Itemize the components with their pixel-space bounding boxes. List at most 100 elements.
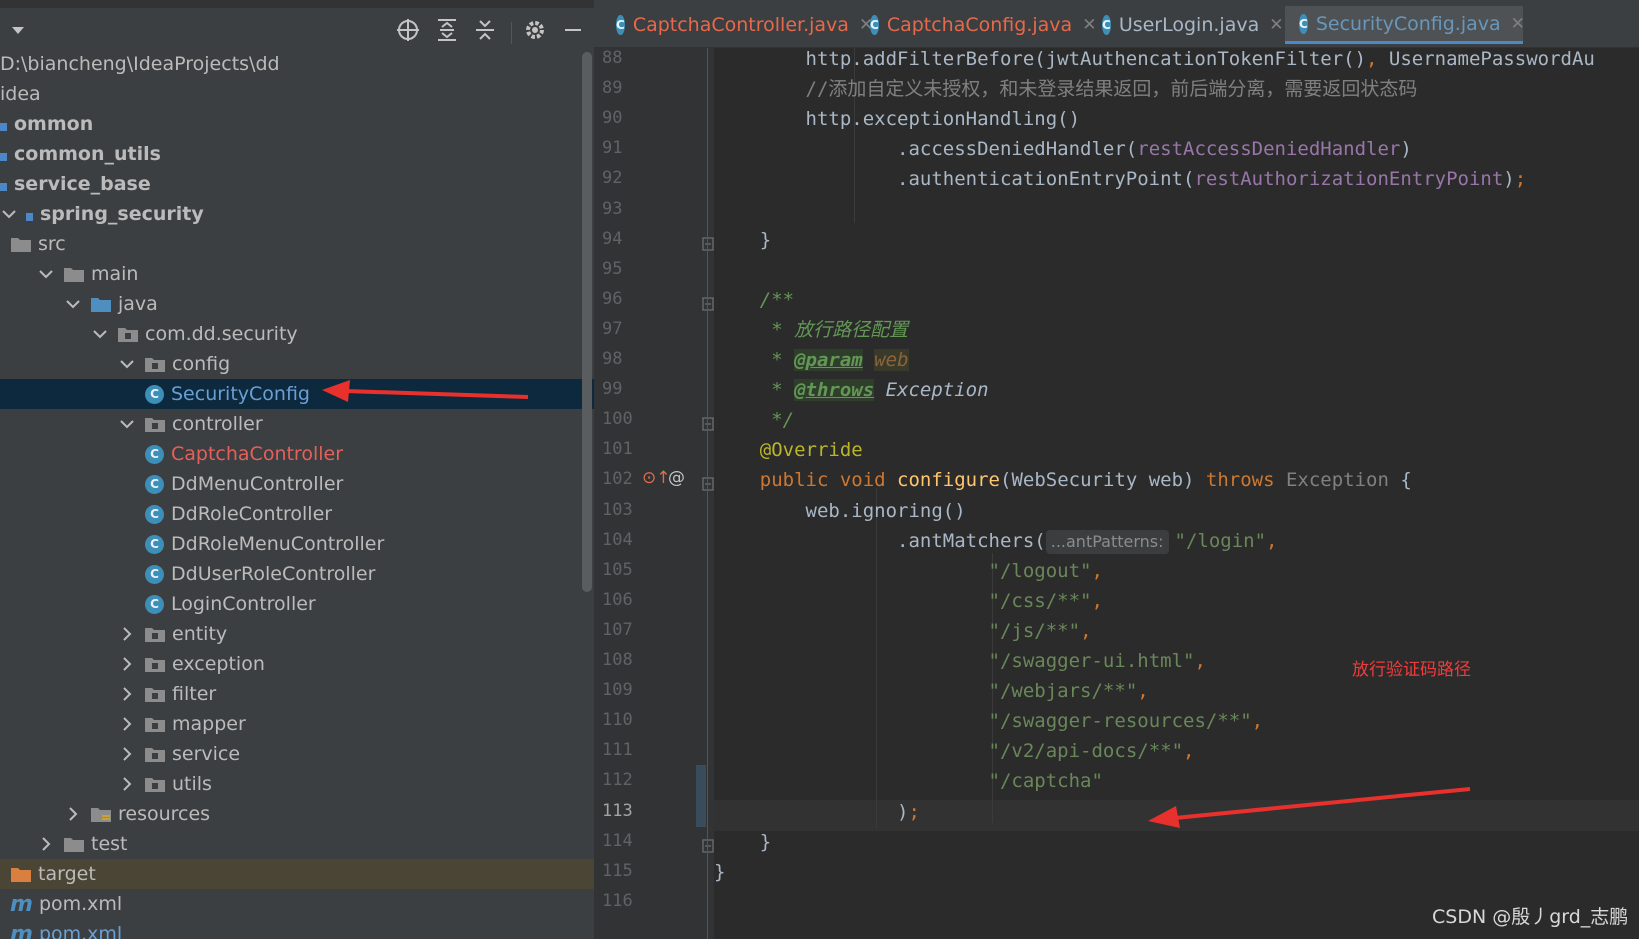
code-line[interactable]: "/swagger-resources/**", [714,706,1264,737]
tree-item[interactable]: idea [0,79,594,109]
chevron-right-icon[interactable] [37,835,55,853]
code-line[interactable]: "/js/**", [714,616,1092,647]
chevron-down-icon[interactable] [37,265,55,283]
code-line[interactable]: http.addFilterBefore(jwtAuthencationToke… [714,48,1595,75]
tree-item[interactable]: C CaptchaController [0,439,594,469]
fold-icon[interactable] [702,838,714,853]
dropdown-icon[interactable] [4,16,32,44]
code-line[interactable]: "/v2/api-docs/**", [714,736,1195,767]
tree-item[interactable]: target [0,859,594,889]
line-number: 108 [602,650,633,670]
chevron-right-icon[interactable] [118,715,136,733]
chevron-down-icon[interactable] [0,205,18,223]
code-line[interactable]: /** [714,285,794,316]
at-marker-icon[interactable]: @ [668,468,685,488]
tree-item[interactable]: com.dd.security [0,319,594,349]
tree-item[interactable]: C SecurityConfig [0,379,594,409]
locate-icon[interactable] [394,16,422,44]
chevron-down-icon[interactable] [91,325,109,343]
code-line[interactable]: "/swagger-ui.html", [714,646,1206,677]
code-line[interactable]: * @throws Exception [714,375,989,406]
folder-icon [64,838,84,852]
close-icon[interactable]: ✕ [1511,14,1525,34]
tree-item[interactable]: D:\biancheng\IdeaProjects\dd [0,49,594,79]
tab-security-config[interactable]: C SecurityConfig.java ✕ [1285,6,1525,44]
fold-icon[interactable] [702,417,714,431]
tree-item[interactable]: exception [0,649,594,679]
tree-item[interactable]: C LoginController [0,589,594,619]
tree-scrollbar[interactable] [582,52,592,592]
chevron-right-icon[interactable] [118,655,136,673]
code-line[interactable]: * 放行路径配置 [714,315,908,346]
chevron-right-icon[interactable] [118,685,136,703]
code-line[interactable]: } [714,827,771,858]
gear-icon[interactable] [521,16,549,44]
code-line[interactable]: * @param web [714,345,909,376]
close-icon[interactable]: ✕ [1269,15,1283,35]
tab-captcha-controller[interactable]: C CaptchaController.java ✕ [602,6,873,44]
fold-icon[interactable] [702,477,714,492]
tree-item[interactable]: common_utils [0,139,594,169]
code-line[interactable]: ); [714,797,920,828]
chevron-right-icon[interactable] [64,805,82,823]
tree-item-label: src [38,233,66,255]
tree-item[interactable]: resources [0,799,594,829]
class-icon: C [1102,15,1111,35]
code-line[interactable]: @Override [714,435,863,466]
tree-item[interactable]: utils [0,769,594,799]
expand-all-icon[interactable] [433,16,461,44]
tree-item[interactable]: test [0,829,594,859]
tree-item[interactable]: C DdUserRoleController [0,559,594,589]
tree-item[interactable]: java [0,289,594,319]
code-line[interactable]: //添加自定义未授权，和未登录结果返回，前后端分离，需要返回状态码 [714,74,1418,105]
chevron-right-icon[interactable] [118,625,136,643]
tab-user-login[interactable]: C UserLogin.java ✕ [1088,6,1283,44]
tree-item[interactable]: C DdRoleMenuController [0,529,594,559]
tree-item[interactable]: src [0,229,594,259]
tree-item[interactable]: C DdRoleController [0,499,594,529]
tree-item[interactable]: m pom.xml [0,889,594,919]
vcs-change-marker[interactable] [696,765,706,827]
tab-captcha-config[interactable]: C CaptchaConfig.java ✕ [856,6,1096,44]
tree-item[interactable]: service_base [0,169,594,199]
tree-item[interactable]: config [0,349,594,379]
chevron-down-icon[interactable] [64,295,82,313]
fold-icon[interactable] [702,297,714,311]
tree-item[interactable]: service [0,739,594,769]
chevron-right-icon[interactable] [118,775,136,793]
tree-item[interactable]: ommon [0,109,594,139]
collapse-all-icon[interactable] [471,16,499,44]
package-icon [145,358,165,372]
code-line[interactable]: .antMatchers(...antPatterns: "/login", [714,526,1277,557]
code-line[interactable]: "/css/**", [714,586,1103,617]
minimize-icon[interactable] [559,16,587,44]
tree-item[interactable]: filter [0,679,594,709]
tree-item-label: idea [0,83,41,105]
code-line[interactable]: "/logout", [714,556,1103,587]
code-line[interactable]: "/webjars/**", [714,676,1149,707]
code-line[interactable]: web.ignoring() [714,496,966,527]
code-area[interactable]: http.addFilterBefore(jwtAuthencationToke… [714,48,1639,939]
fold-icon[interactable] [702,236,714,251]
tree-item[interactable]: spring_security [0,199,594,229]
chevron-right-icon[interactable] [118,745,136,763]
tree-item[interactable]: main [0,259,594,289]
tree-item[interactable]: m pom.xml [0,919,594,939]
code-line[interactable]: http.exceptionHandling() [714,104,1081,135]
code-line[interactable]: .accessDeniedHandler(restAccessDeniedHan… [714,134,1412,165]
line-number: 94 [602,228,623,249]
line-number: 90 [602,108,623,129]
tree-item[interactable]: entity [0,619,594,649]
editor-gutter[interactable]: ⊙↑ @ 88 89 90 91 92 93 94 95 96 97 98 99 100 101 102 10… [594,48,714,939]
code-line[interactable]: .authenticationEntryPoint(restAuthorizat… [714,164,1526,195]
code-line[interactable]: } [714,225,771,256]
tree-item[interactable]: C DdMenuController [0,469,594,499]
code-line[interactable]: */ [714,405,794,436]
tree-item[interactable]: controller [0,409,594,439]
chevron-down-icon[interactable] [118,415,136,433]
code-line[interactable]: "/captcha" [714,766,1103,797]
code-line[interactable]: public void configure(WebSecurity web) t… [714,465,1412,496]
tree-item[interactable]: mapper [0,709,594,739]
chevron-down-icon[interactable] [118,355,136,373]
code-line[interactable]: } [714,857,725,888]
